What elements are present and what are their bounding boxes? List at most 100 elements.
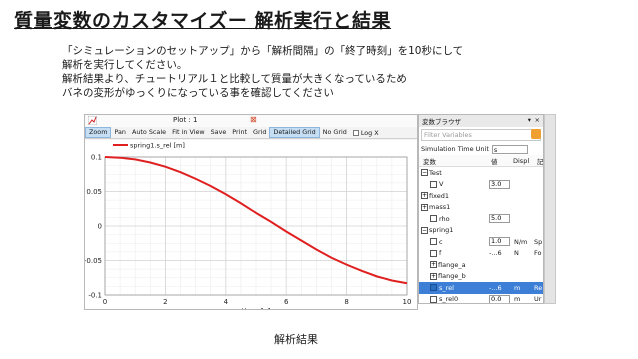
x-tick-label: 8 [344, 298, 348, 306]
variable-name: s_rel [439, 283, 454, 292]
variable-value-input[interactable]: 1.0 [489, 237, 510, 247]
variable-value-input[interactable]: 0.0 [489, 294, 510, 303]
variable-browser-columns: 変数 値 Displ 記 [419, 155, 543, 167]
figure-caption: 解析結果 [274, 333, 318, 346]
plot-checkbox[interactable] [430, 295, 437, 303]
variable-row[interactable]: + flange_a [419, 259, 543, 271]
plot-checkbox[interactable] [430, 238, 437, 246]
y-tick-label: 0 [98, 223, 102, 231]
variable-description: Fo [534, 249, 542, 258]
y-tick-label: -0.05 [85, 257, 102, 265]
variable-row[interactable]: s_rel -...6 m Re [419, 282, 543, 294]
variable-browser-header: 変数ブラウザ ▾ × [419, 115, 543, 127]
variable-unit: m [514, 283, 521, 292]
log-x-checkbox[interactable]: Log X [350, 129, 382, 137]
collapse-icon[interactable]: − [421, 226, 428, 234]
plot-titlebar: Plot : 1 ⊠ [85, 115, 417, 127]
variable-row[interactable]: + flange_b [419, 271, 543, 283]
time-unit-label: Simulation Time Unit [421, 145, 489, 153]
pan-button[interactable]: Pan [111, 127, 129, 138]
slide-title: 質量変数のカスタマイズー 解析実行と結果 [14, 10, 392, 32]
variable-name: f [439, 249, 442, 258]
x-axis-label: time [s] [241, 307, 270, 309]
collapse-icon[interactable]: − [421, 169, 428, 177]
time-unit-row: Simulation Time Unit s [419, 143, 543, 155]
print-button[interactable]: Print [229, 127, 250, 138]
variable-value-input[interactable]: 5.0 [489, 214, 510, 224]
variable-row[interactable]: rho 5.0 [419, 213, 543, 225]
x-tick-label: 4 [224, 298, 229, 306]
variable-name: spring1 [429, 226, 454, 235]
variable-description: Sp [534, 237, 543, 246]
variable-value: -...6 [489, 283, 502, 292]
variable-unit: m [514, 295, 521, 304]
instruction-line-4: バネの変形がゆっくりになっている事を確認してください [62, 87, 334, 99]
variable-unit: N/m [514, 237, 528, 246]
x-tick-label: 6 [284, 298, 289, 306]
y-tick-label: -0.1 [88, 292, 102, 300]
close-icon[interactable]: × [535, 116, 540, 124]
variable-name: rho [439, 214, 450, 223]
variable-name: s_rel0 [439, 295, 459, 304]
plot-tab-label[interactable]: Plot : 1 [173, 116, 197, 124]
log-x-label: Log X [360, 128, 379, 137]
variable-browser: 変数ブラウザ ▾ × Filter Variables Simulation T… [418, 114, 544, 304]
plot-area[interactable]: 0 2 4 6 8 10 0.1 0.05 0 -0.05 -0.1 time [s] spring1.… [85, 140, 417, 309]
variable-row[interactable]: s_rel0 0.0 m Ur [419, 294, 543, 304]
y-tick-label: 0.05 [86, 188, 102, 196]
variable-name: V [439, 180, 444, 189]
variable-row[interactable]: − spring1 [419, 225, 543, 237]
expand-icon[interactable]: + [430, 272, 437, 280]
column-display-unit[interactable]: Displ [513, 157, 529, 165]
variable-row[interactable]: f -...6 N Fo [419, 248, 543, 260]
pin-icon[interactable]: ▾ [528, 116, 531, 124]
variable-row[interactable]: c 1.0 N/m Sp [419, 236, 543, 248]
variable-name: c [439, 237, 443, 246]
variable-tree: − Test V 3.0 + fixed1 + mass1 rho 5.0− spring1 c 1.0… [419, 167, 543, 304]
auto-scale-button[interactable]: Auto Scale [129, 127, 169, 138]
save-button[interactable]: Save [208, 127, 230, 138]
x-tick-label: 2 [163, 298, 167, 306]
close-icon[interactable]: ⊠ [250, 115, 257, 124]
variable-name: fixed1 [429, 191, 450, 200]
column-value[interactable]: 値 [491, 156, 498, 166]
plot-checkbox[interactable] [430, 284, 437, 292]
variable-row[interactable]: − Test [419, 167, 543, 179]
variable-value-input[interactable]: 3.0 [489, 179, 510, 189]
zoom-button[interactable]: Zoom [85, 127, 112, 138]
variable-name: flange_b [438, 272, 466, 281]
variable-row[interactable]: V 3.0 [419, 179, 543, 191]
fit-in-view-button[interactable]: Fit in View [169, 127, 208, 138]
time-unit-select[interactable]: s [491, 144, 528, 154]
variable-name: Test [429, 168, 442, 177]
right-panel-strip [544, 114, 556, 304]
plot-app-icon [88, 116, 97, 125]
column-variable[interactable]: 変数 [423, 156, 436, 166]
variable-value: -...6 [489, 249, 502, 258]
column-description[interactable]: 記 [537, 156, 543, 166]
plot-checkbox[interactable] [430, 215, 437, 223]
expand-icon[interactable]: + [421, 192, 428, 200]
filter-placeholder: Filter Variables [424, 131, 472, 139]
variable-description: Ur [534, 295, 542, 304]
variable-row[interactable]: + mass1 [419, 202, 543, 214]
filter-icon[interactable] [531, 129, 541, 139]
variable-browser-title: 変数ブラウザ [422, 118, 461, 126]
plot-toolbar: Zoom Pan Auto Scale Fit in View Save Pri… [85, 127, 417, 139]
log-x-box[interactable] [352, 129, 359, 136]
legend-label: spring1.s_rel [m] [130, 142, 185, 150]
variable-unit: N [514, 249, 519, 258]
expand-icon[interactable]: + [430, 261, 437, 269]
no-grid-button[interactable]: No Grid [320, 127, 350, 138]
instruction-line-3: 解析結果より、チュートリアル１と比較して質量が大きくなっているため [62, 73, 407, 85]
line-chart[interactable]: 0 2 4 6 8 10 0.1 0.05 0 -0.05 -0.1 time [s] spring1.… [85, 140, 417, 310]
expand-icon[interactable]: + [421, 203, 428, 211]
grid-button[interactable]: Grid [250, 127, 269, 138]
variable-row[interactable]: + fixed1 [419, 190, 543, 202]
plot-checkbox[interactable] [430, 249, 437, 257]
y-tick-label: 0.1 [91, 154, 102, 162]
filter-variables-input[interactable]: Filter Variables [421, 129, 541, 141]
variable-name: flange_a [438, 260, 466, 269]
detailed-grid-button[interactable]: Detailed Grid [269, 127, 320, 138]
plot-checkbox[interactable] [430, 180, 437, 188]
